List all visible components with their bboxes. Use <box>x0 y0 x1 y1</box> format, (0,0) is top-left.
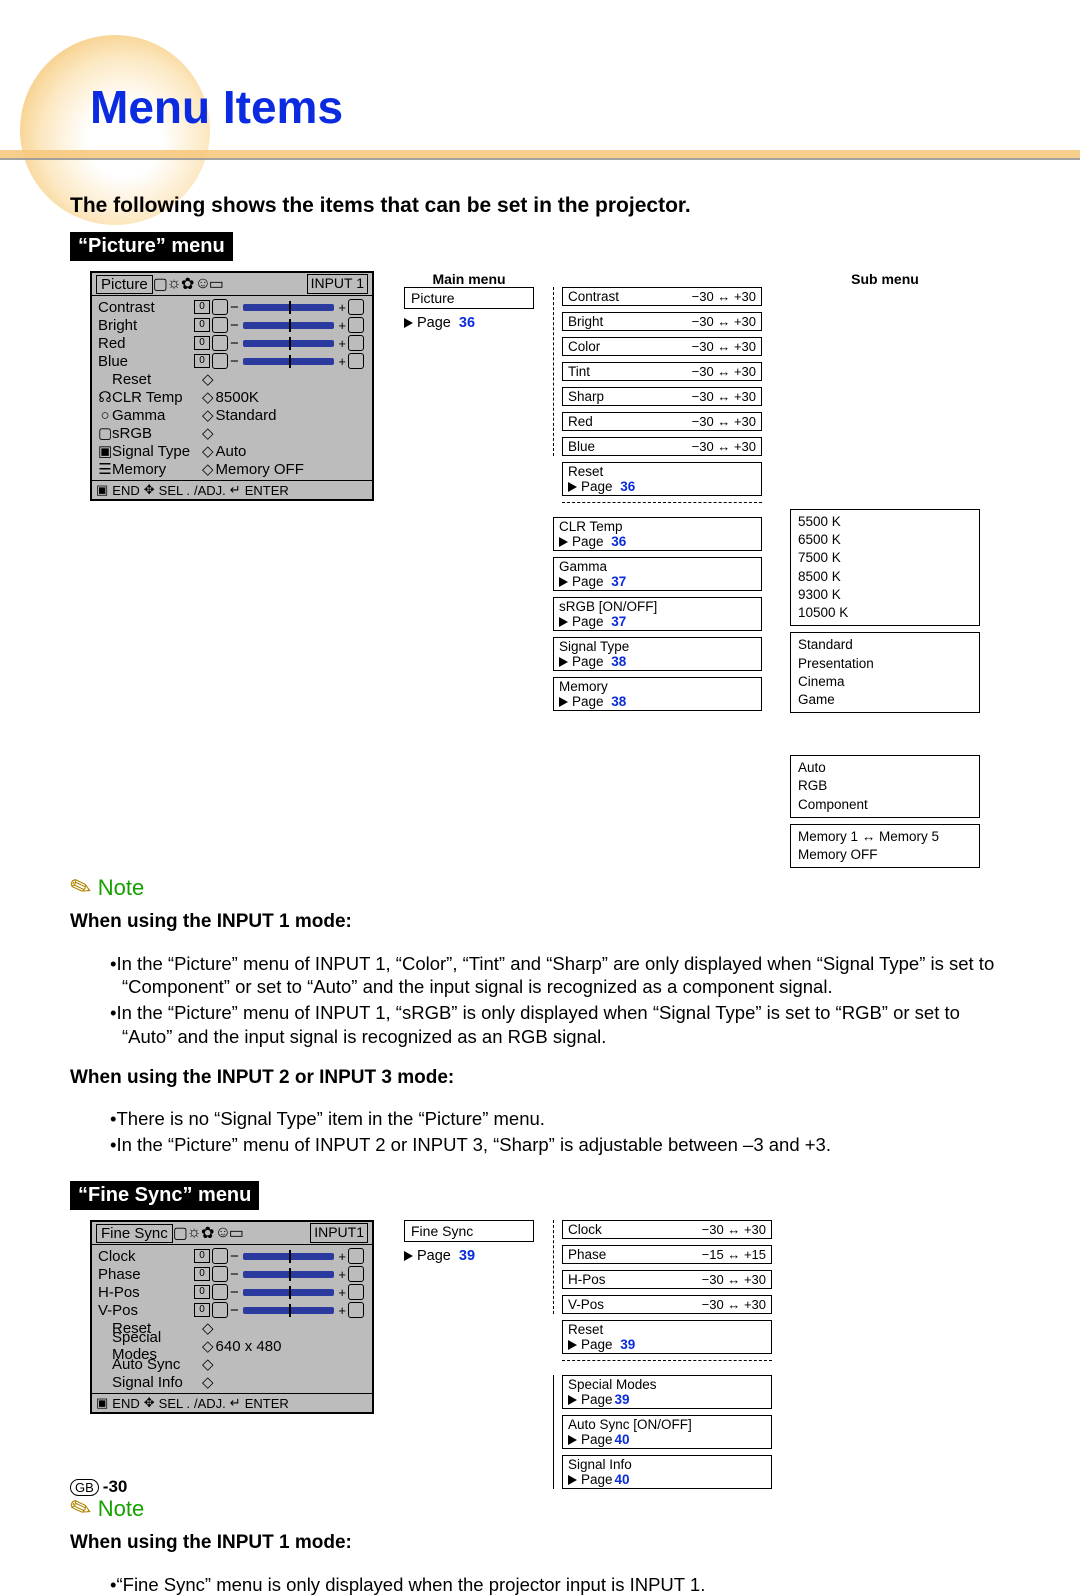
notes2-head: When using the INPUT 2 or INPUT 3 mode: <box>70 1067 1010 1089</box>
title-underline <box>0 150 1080 160</box>
note-label: ✎Note <box>70 872 1010 903</box>
osd-finesync: Fine Sync ▢☼✿☺▭ INPUT1 Clock0−+Phase0−+H… <box>90 1220 374 1414</box>
note-icon: ✎ <box>65 869 96 906</box>
reset-box: Reset Page 36 <box>562 462 762 496</box>
osd-slider-row: Contrast0−+ <box>98 298 366 316</box>
osd-tab: Fine Sync <box>96 1224 173 1243</box>
osd-option-row: ○GammaStandard <box>98 406 366 424</box>
sub-menu-header: Sub menu <box>790 271 980 287</box>
section-finesync-label: “Fine Sync” menu <box>70 1181 259 1210</box>
fs-reset-box: Reset Page 39 <box>562 1320 772 1354</box>
note-item: In the “Picture” menu of INPUT 2 or INPU… <box>110 1133 1010 1157</box>
slider-box: V-Pos−30 ↔ +30 <box>562 1295 772 1314</box>
memory-box: Memory Page 38 <box>553 677 762 711</box>
osd-option-row: Auto Sync <box>98 1355 366 1373</box>
note-item: There is no “Signal Type” item in the “P… <box>110 1107 1010 1131</box>
osd-option-row: ☰MemoryMemory OFF <box>98 460 366 478</box>
osd-slider-row: V-Pos0−+ <box>98 1301 366 1319</box>
page-title: Menu Items <box>90 80 1010 134</box>
note-item: In the “Picture” menu of INPUT 1, “sRGB”… <box>110 1001 1010 1048</box>
osd-slider-row: H-Pos0−+ <box>98 1283 366 1301</box>
slider-box: Bright−30 ↔ +30 <box>562 312 762 331</box>
osd-option-row: Special Modes640 x 480 <box>98 1337 366 1355</box>
osd-option-row: Signal Info <box>98 1373 366 1391</box>
main-menu-header: Main menu <box>404 271 534 287</box>
notes2-list: There is no “Signal Type” item in the “P… <box>70 1107 1010 1156</box>
note-item: In the “Picture” menu of INPUT 1, “Color… <box>110 952 1010 999</box>
osd-slider-row: Red0−+ <box>98 334 366 352</box>
page-link[interactable]: Page 39 <box>404 1248 534 1264</box>
srgb-box: sRGB [ON/OFF] Page 37 <box>553 597 762 631</box>
slider-box: Sharp−30 ↔ +30 <box>562 387 762 406</box>
osd-option-row: ▣Signal TypeAuto <box>98 442 366 460</box>
intro-text: The following shows the items that can b… <box>70 194 1010 218</box>
section-picture-label: “Picture” menu <box>70 232 233 261</box>
notes1-head: When using the INPUT 1 mode: <box>70 911 1010 933</box>
osd-slider-row: Phase0−+ <box>98 1265 366 1283</box>
main-picture-box: Picture <box>404 287 534 309</box>
slider-box: Contrast−30 ↔ +30 <box>562 287 762 306</box>
osd-slider-row: Blue0−+ <box>98 352 366 370</box>
tab-icon: ▢ <box>153 274 167 294</box>
osd-input-badge: INPUT 1 <box>307 274 368 294</box>
slider-box: Blue−30 ↔ +30 <box>562 437 762 456</box>
page-number: GB-30 <box>70 1477 127 1497</box>
clrtemp-box: CLR Temp Page 36 <box>553 517 762 551</box>
gamma-box: Gamma Page 37 <box>553 557 762 591</box>
slider-box: Clock−30 ↔ +30 <box>562 1220 772 1239</box>
fs-item-box: Signal InfoPage 40 <box>562 1455 772 1489</box>
osd-option-row: Reset <box>98 370 366 388</box>
notes3-list: “Fine Sync” menu is only displayed when … <box>70 1573 1010 1596</box>
clrtemp-opts: 5500 K6500 K7500 K8500 K9300 K10500 K <box>790 509 980 626</box>
notes1-list: In the “Picture” menu of INPUT 1, “Color… <box>70 952 1010 1049</box>
fs-item-box: Auto Sync [ON/OFF]Page 40 <box>562 1415 772 1449</box>
osd-slider-row: Clock0−+ <box>98 1247 366 1265</box>
osd-footer: ▣END ✥SEL ./ADJ. ↵ENTER <box>92 1393 372 1412</box>
fs-item-box: Special ModesPage 39 <box>562 1375 772 1409</box>
memory-opts: Memory 1 ↔ Memory 5Memory OFF <box>790 824 980 868</box>
signaltype-opts: AutoRGBComponent <box>790 755 980 818</box>
osd-option-row: ▢sRGB <box>98 424 366 442</box>
signaltype-box: Signal Type Page 38 <box>553 637 762 671</box>
osd-input-badge: INPUT1 <box>310 1223 368 1243</box>
slider-box: H-Pos−30 ↔ +30 <box>562 1270 772 1289</box>
slider-box: Red−30 ↔ +30 <box>562 412 762 431</box>
note-label-2: ✎Note <box>70 1493 1010 1524</box>
main-finesync-box: Fine Sync <box>404 1220 534 1242</box>
notes3-head: When using the INPUT 1 mode: <box>70 1532 1010 1554</box>
osd-slider-row: Bright0−+ <box>98 316 366 334</box>
osd-footer: ▣END ✥SEL ./ADJ. ↵ENTER <box>92 480 372 499</box>
page-link[interactable]: Page 36 <box>404 315 534 331</box>
gamma-opts: StandardPresentationCinemaGame <box>790 632 980 713</box>
slider-box: Color−30 ↔ +30 <box>562 337 762 356</box>
slider-box: Tint−30 ↔ +30 <box>562 362 762 381</box>
osd-picture: Picture ▢☼✿☺▭ INPUT 1 Contrast0−+Bright0… <box>90 271 374 501</box>
osd-tab: Picture <box>96 275 153 294</box>
osd-option-row: ☊CLR Temp8500K <box>98 388 366 406</box>
slider-box: Phase−15 ↔ +15 <box>562 1245 772 1264</box>
note-item: “Fine Sync” menu is only displayed when … <box>110 1573 1010 1596</box>
